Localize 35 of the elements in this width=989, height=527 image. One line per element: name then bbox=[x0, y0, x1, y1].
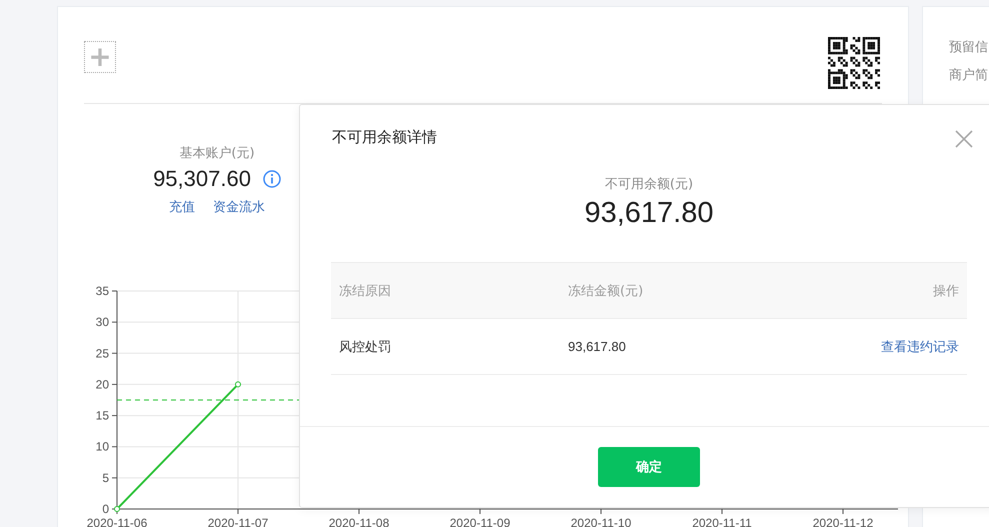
data-point bbox=[235, 381, 241, 388]
axis-label: 30 bbox=[96, 315, 109, 330]
axis-label: 2020-11-06 bbox=[86, 516, 148, 527]
axis-label: 35 bbox=[96, 284, 109, 298]
info-icon[interactable] bbox=[262, 170, 281, 188]
dialog-title: 不可用余额详情 bbox=[332, 127, 438, 148]
axis-label: 2020-11-09 bbox=[450, 516, 510, 527]
account-balance: 95,307.60 bbox=[153, 166, 251, 192]
account-label: 基本账户(元) bbox=[179, 145, 255, 162]
column-header: 操作 bbox=[932, 282, 959, 300]
qr-code bbox=[828, 37, 880, 89]
account-link[interactable]: 充值 bbox=[169, 198, 195, 216]
axis-label: 0 bbox=[102, 502, 109, 516]
summary-label: 不可用余额(元) bbox=[604, 176, 694, 193]
column-header: 冻结原因 bbox=[339, 282, 392, 300]
axis-label: 25 bbox=[96, 346, 109, 360]
column-header: 冻结金额(元) bbox=[568, 282, 644, 300]
axis-label: 5 bbox=[102, 470, 109, 485]
view-record-link[interactable]: 查看违约记录 bbox=[799, 338, 959, 356]
summary-amount: 93,617.80 bbox=[584, 197, 714, 230]
axis-label: 20 bbox=[96, 377, 109, 392]
axis-label: 2020-11-08 bbox=[328, 516, 390, 527]
axis-label: 2020-11-12 bbox=[812, 516, 874, 527]
axis-label: 15 bbox=[96, 408, 109, 423]
axis-label: 2020-11-07 bbox=[208, 516, 268, 527]
account-link[interactable]: 资金流水 bbox=[213, 198, 265, 216]
axis-label: 2020-11-11 bbox=[692, 516, 752, 527]
axis-label: 2020-11-10 bbox=[570, 516, 632, 527]
table-cell-text: 93,617.80 bbox=[568, 339, 627, 354]
info-label: 商户简 bbox=[949, 67, 989, 85]
table-cell-text: 风控处罚 bbox=[339, 338, 392, 356]
close-button[interactable] bbox=[954, 129, 974, 149]
info-label: 预留信 bbox=[949, 39, 989, 57]
axis-label: 10 bbox=[96, 440, 109, 454]
data-point bbox=[114, 506, 120, 512]
